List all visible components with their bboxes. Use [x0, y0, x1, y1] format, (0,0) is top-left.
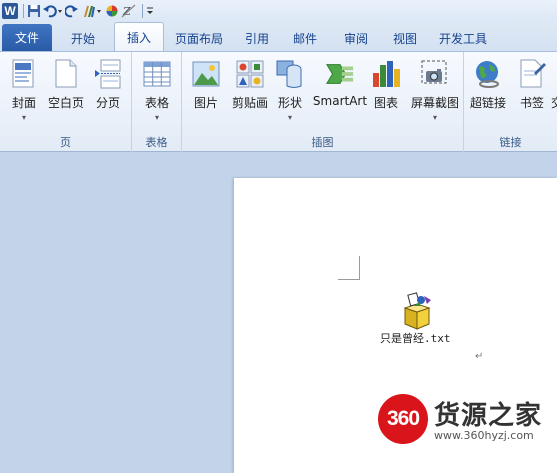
margin-corner-mark [338, 256, 360, 280]
paragraph-mark: ↵ [475, 351, 484, 362]
hyperlink-label: 超链接 [469, 96, 506, 110]
ribbon-panel: 封面 ▾ 空白页 分页 页 表格 ▾ 表格 图片 剪贴画 形状 ▾ SmartA… [0, 52, 557, 152]
illustrations-group-label: 插图 [311, 136, 334, 149]
illustrations-group: 图片 剪贴画 形状 ▾ SmartArt 图表 屏幕截图 ▾ 插图 [182, 52, 464, 152]
blank-page-label: 空白页 [47, 96, 84, 110]
links-group-label: 链接 [499, 136, 522, 149]
chart-icon [371, 58, 401, 90]
undo-icon[interactable] [43, 3, 63, 19]
page-break-label: 分页 [95, 96, 120, 110]
tab-review[interactable]: 审阅 [330, 25, 382, 51]
table-group: 表格 ▾ 表格 [132, 52, 182, 152]
links-group: 超链接 书签 交 链接 [464, 52, 557, 152]
watermark-title: 货源之家 [434, 401, 543, 431]
color-icon[interactable] [105, 3, 119, 19]
tab-view[interactable]: 视图 [382, 25, 428, 51]
bookmark-icon [517, 58, 547, 90]
customize-icon[interactable] [146, 3, 154, 19]
pages-group-label: 页 [60, 136, 71, 149]
toolbar-divider [23, 4, 24, 18]
page-break-button[interactable]: 分页 [86, 56, 130, 128]
shapes-icon [275, 58, 305, 90]
tab-home[interactable]: 开始 [52, 25, 114, 51]
clip-art-label: 剪贴画 [231, 96, 268, 110]
cover-page-dropdown-icon[interactable]: ▾ [22, 113, 26, 122]
quick-access-toolbar: W Z [0, 0, 557, 22]
blank-page-icon [51, 58, 81, 90]
chart-label: 图表 [373, 96, 398, 110]
tab-references[interactable]: 引用 [234, 25, 280, 51]
clip-art-icon [235, 58, 265, 90]
picture-icon [191, 58, 221, 90]
cover-page-icon [9, 58, 39, 90]
cover-page-label: 封面 [11, 96, 36, 110]
tab-page-layout[interactable]: 页面布局 [164, 25, 234, 51]
page-break-icon [93, 58, 123, 90]
blank-page-button[interactable]: 空白页 [44, 56, 88, 128]
redo-icon[interactable] [65, 3, 79, 19]
watermark-360-icon: 360 [378, 394, 428, 444]
hyperlink-button[interactable]: 超链接 [466, 56, 510, 128]
shapes-button[interactable]: 形状 ▾ [268, 56, 312, 128]
smartart-icon [325, 58, 355, 90]
table-dropdown-icon[interactable]: ▾ [155, 113, 159, 122]
table-label: 表格 [144, 96, 169, 110]
pages-group: 封面 ▾ 空白页 分页 页 [0, 52, 132, 152]
screenshot-label: 屏幕截图 [410, 96, 459, 110]
tab-mailings[interactable]: 邮件 [280, 25, 330, 51]
screenshot-icon [420, 58, 450, 90]
cross-reference-button[interactable]: 交 [550, 56, 557, 128]
smartart-label: SmartArt [312, 94, 368, 108]
tab-file[interactable]: 文件 [2, 24, 52, 51]
smartart-button[interactable]: SmartArt [312, 56, 368, 128]
shapes-label: 形状 [277, 96, 302, 110]
table-icon [142, 58, 172, 90]
format-painter-icon[interactable] [81, 3, 103, 19]
tab-developer[interactable]: 开发工具 [428, 25, 498, 51]
hyperlink-icon [473, 58, 503, 90]
ribbon-tabs: 文件 开始 插入 页面布局 引用 邮件 审阅 视图 开发工具 [0, 22, 557, 52]
shapes-dropdown-icon[interactable]: ▾ [288, 113, 292, 122]
watermark-url: www.360hyzj.com [434, 429, 534, 442]
table-group-label: 表格 [145, 136, 168, 149]
cover-page-button[interactable]: 封面 ▾ [2, 56, 46, 128]
package-icon[interactable] [400, 292, 434, 330]
word-icon[interactable]: W [2, 3, 18, 19]
bookmark-button[interactable]: 书签 [510, 56, 554, 128]
chart-button[interactable]: 图表 [364, 56, 408, 128]
table-button[interactable]: 表格 ▾ [135, 56, 179, 128]
save-icon[interactable] [27, 3, 41, 19]
bookmark-label: 书签 [519, 96, 544, 110]
picture-button[interactable]: 图片 [184, 56, 228, 128]
attachment-filename[interactable]: 只是曾经.txt [380, 330, 451, 346]
picture-label: 图片 [193, 96, 218, 110]
cross-reference-label: 交 [550, 96, 557, 110]
watermark-logo: 360 货源之家 www.360hyzj.com [376, 392, 557, 446]
screenshot-dropdown-icon[interactable]: ▾ [433, 113, 437, 122]
toolbar-divider [142, 4, 143, 18]
clip-art-button[interactable]: 剪贴画 [228, 56, 272, 128]
cross-reference-icon [550, 58, 557, 90]
tab-insert[interactable]: 插入 [114, 22, 164, 51]
screenshot-button[interactable]: 屏幕截图 ▾ [408, 56, 462, 128]
clear-format-icon[interactable]: Z [121, 3, 137, 19]
